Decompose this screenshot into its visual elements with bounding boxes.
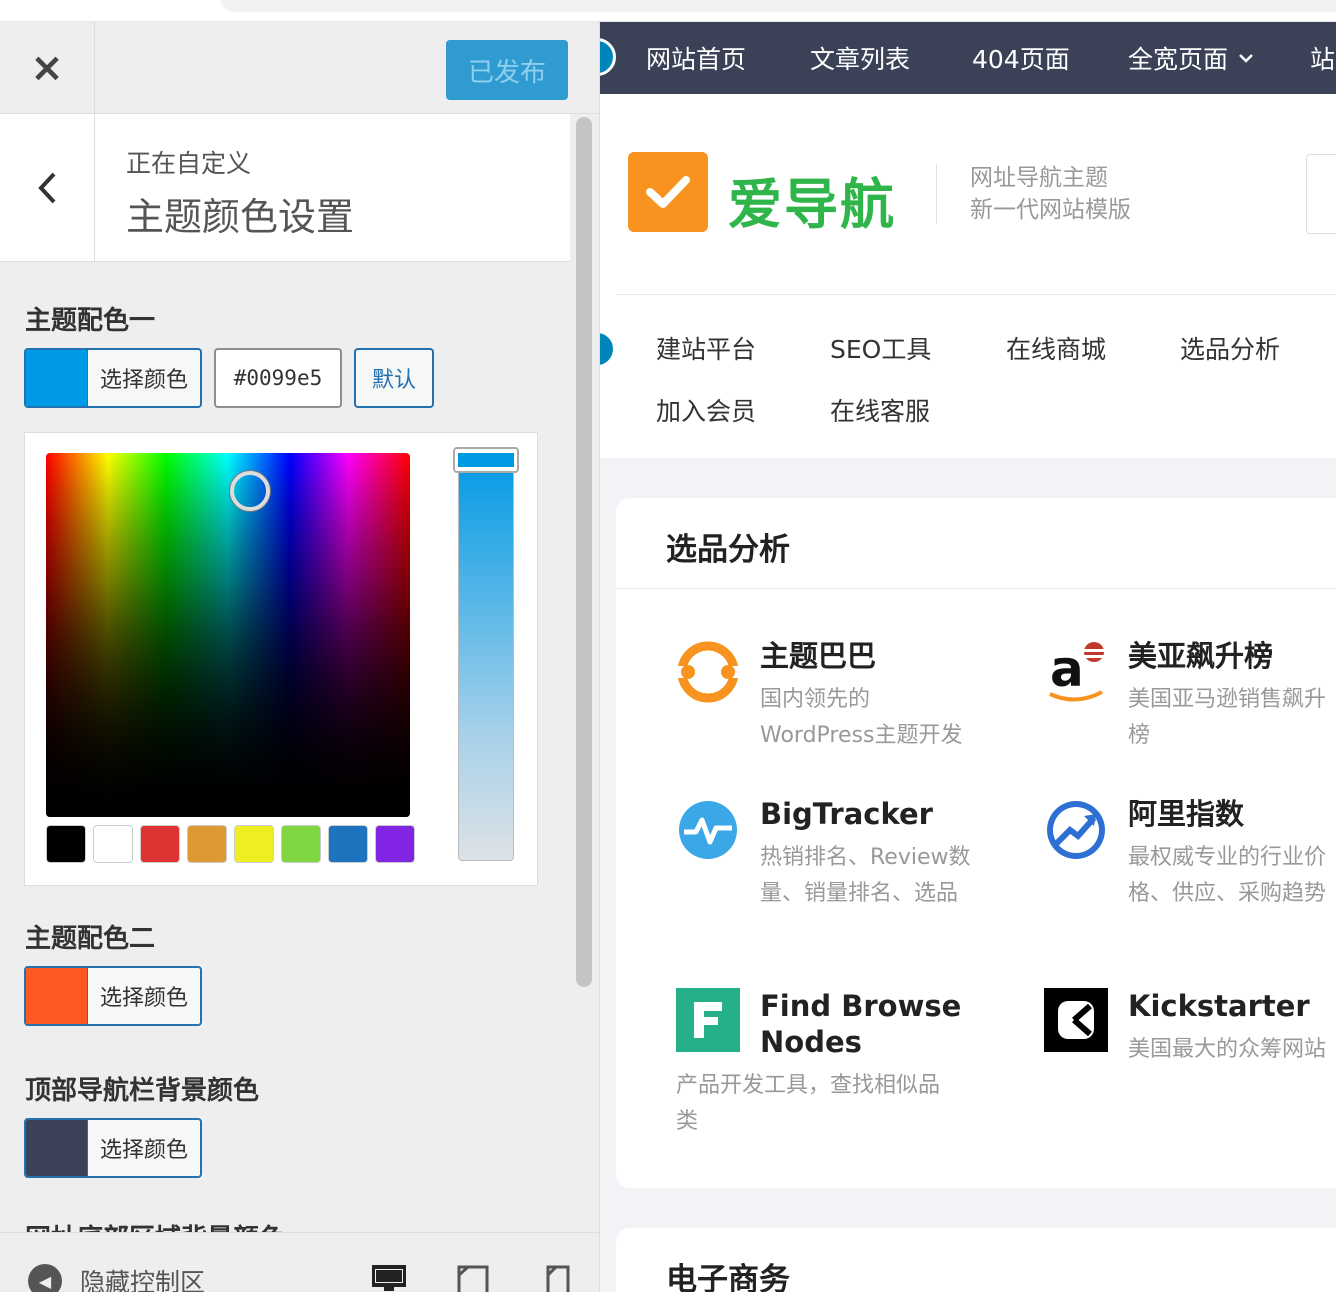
color1-title: 主题配色一 [25,306,156,336]
slogan-line-2: 新一代网站模版 [970,197,1131,223]
findbrowsenodes-icon [676,988,740,1052]
alizhishu-icon [1047,801,1105,859]
hide-controls-label: 隐藏控制区 [80,1268,206,1292]
site-header: 爱导航 网址导航主题 新一代网站模版 建站平台 SEO工具 在线商城 选品分析 … [600,94,1336,458]
color2-select-button[interactable]: 选择颜色 [24,966,202,1026]
palette-swatch-blue[interactable] [328,825,368,863]
customizer-sidebar: × 已发布 正在自定义 主题颜色设置 主题配色一 选择颜色 #0099e5 默认 [0,22,600,1292]
site-name[interactable]: BigTracker [760,796,933,832]
color2-swatch [26,968,88,1024]
color-picker [24,432,538,886]
quick-link[interactable]: 选品分析 [1180,330,1280,366]
quick-link[interactable]: 建站平台 [656,330,756,366]
quick-link[interactable]: 加入会员 [656,392,756,428]
color1-swatch [26,350,88,406]
site-name[interactable]: Find Browse Nodes [760,988,961,1060]
mobile-preview-icon[interactable] [542,1265,576,1292]
site-preview: 网站首页 文章列表 404页面 全宽页面 站 爱导航 网址导航主题 新一代网站模… [600,22,1336,1292]
browser-address-bar[interactable] [220,0,1336,12]
site-desc: 国内领先的 WordPress主题开发 [760,687,963,748]
svg-text:a: a [1050,640,1084,698]
color1-button-label: 选择颜色 [99,368,188,393]
publish-button[interactable]: 已发布 [446,40,568,100]
color-picker-saturation-area[interactable] [46,453,410,817]
amazon-icon: a [1049,640,1104,702]
site-desc: 热销排名、Review数 量、销量排名、选品 [760,845,971,906]
color2-title: 主题配色二 [25,924,156,954]
customizer-header: × 已发布 [0,22,599,114]
color1-select-button[interactable]: 选择颜色 [24,348,202,408]
chevron-left-icon [38,172,56,204]
site-desc: 美国亚马逊销售飙升榜 [1128,687,1327,748]
card-divider [616,588,1336,589]
site-name[interactable]: 阿里指数 [1128,796,1244,832]
site-name[interactable]: 主题巴巴 [760,638,876,674]
logo-check-icon[interactable] [628,152,708,232]
lightness-slider-handle[interactable] [453,447,519,473]
palette-swatch-yellow[interactable] [234,825,274,863]
nav-item-articles[interactable]: 文章列表 [810,22,910,94]
section-header: 正在自定义 主题颜色设置 [0,114,570,262]
color3-select-button[interactable]: 选择颜色 [24,1118,202,1178]
category-title: 选品分析 [666,532,790,568]
nav-item-home[interactable]: 网站首页 [646,22,746,94]
color2-button-label: 选择颜色 [99,986,188,1011]
section-title: 主题颜色设置 [126,195,355,239]
category-card: 电子商务 [616,1228,1336,1292]
section-pre-label: 正在自定义 [126,149,252,178]
search-box[interactable] [1306,154,1336,234]
quick-link[interactable]: 在线客服 [830,392,930,428]
palette-swatch-purple[interactable] [375,825,415,863]
color1-hex-input[interactable]: #0099e5 [214,348,342,408]
site-desc: 最权威专业的行业价 格、供应、采购趋势 [1128,845,1327,906]
slogan-line-1: 网址导航主题 [970,165,1108,191]
palette-swatch-orange[interactable] [187,825,227,863]
chevron-down-icon [1239,54,1253,63]
color3-button-label: 选择颜色 [99,1138,188,1163]
edit-shortcut-icon[interactable] [600,330,616,368]
tablet-preview-icon[interactable] [456,1265,490,1292]
logo-text[interactable]: 爱导航 [728,160,896,239]
quick-link[interactable]: 在线商城 [1006,330,1106,366]
top-navbar: 网站首页 文章列表 404页面 全宽页面 站 [600,22,1336,94]
nav-item-fullwidth-label: 全宽页面 [1128,45,1229,74]
close-icon[interactable]: × [0,22,95,114]
color-picker-lightness-slider[interactable] [458,453,514,861]
header-divider [616,294,1336,295]
logo-divider [936,164,937,224]
site-name[interactable]: Kickstarter [1128,988,1310,1024]
palette-swatch-red[interactable] [140,825,180,863]
site-name[interactable]: 美亚飙升榜 [1128,638,1273,674]
color-picker-handle[interactable] [230,471,270,511]
category-card: 选品分析 主题巴巴 国内领先的 WordPress主题开发 a 美亚飙升榜 美国亚… [616,498,1336,1188]
hide-controls-button[interactable]: ◀ 隐藏控制区 [28,1263,205,1292]
nav-item-more[interactable]: 站 [1310,22,1335,94]
back-button[interactable] [0,114,95,262]
desktop-preview-icon[interactable] [372,1265,406,1292]
color3-swatch [26,1120,88,1176]
category-title: 电子商务 [666,1262,790,1292]
quick-link[interactable]: SEO工具 [830,330,931,366]
palette-swatch-green[interactable] [281,825,321,863]
nav-item-404[interactable]: 404页面 [972,22,1070,94]
color4-title: 网址底部区域背景颜色 [25,1218,285,1232]
customizer-footer: ◀ 隐藏控制区 [0,1232,599,1292]
color1-default-button[interactable]: 默认 [354,348,434,408]
site-desc: 美国最大的众筹网站 [1128,1037,1327,1062]
sidebar-scrollbar[interactable] [576,117,592,987]
kickstarter-icon [1044,988,1108,1052]
nav-item-fullwidth[interactable]: 全宽页面 [1128,22,1254,94]
browser-top-strip [0,0,1336,22]
site-desc: 产品开发工具，查找相似品类 [676,1073,941,1134]
zhutibaba-icon [676,641,740,703]
color-palette [46,825,415,863]
color3-title: 顶部导航栏背景颜色 [25,1076,260,1106]
bigtracker-icon [679,801,737,859]
collapse-icon: ◀ [28,1264,62,1292]
site-slogan: 网址导航主题 新一代网站模版 [970,162,1131,226]
palette-swatch-white[interactable] [93,825,133,863]
palette-swatch-black[interactable] [46,825,86,863]
